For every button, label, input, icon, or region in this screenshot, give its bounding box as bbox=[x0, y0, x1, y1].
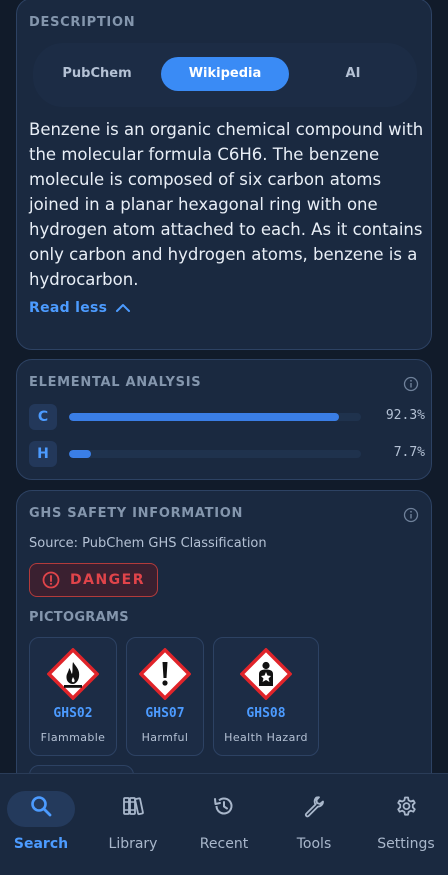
read-less-button[interactable]: Read less bbox=[29, 297, 131, 319]
tab-ai[interactable]: AI bbox=[289, 57, 417, 91]
nav-settings[interactable]: Settings bbox=[361, 774, 448, 875]
nav-search[interactable]: Search bbox=[0, 774, 86, 875]
nav-label: Settings bbox=[377, 836, 435, 852]
element-symbol: C bbox=[29, 404, 57, 430]
nav-tools[interactable]: Tools bbox=[269, 774, 359, 875]
signal-word: DANGER bbox=[69, 572, 145, 588]
elemental-analysis-title: ELEMENTAL ANALYSIS bbox=[29, 375, 202, 390]
pictogram-name: Health Hazard bbox=[224, 731, 308, 744]
element-symbol: H bbox=[29, 441, 57, 467]
bottom-navigation: Search Library Recent Tools Settings bbox=[0, 773, 448, 875]
gear-icon bbox=[397, 796, 416, 816]
search-icon bbox=[31, 796, 52, 817]
element-row-carbon: C 92.3% bbox=[29, 404, 425, 430]
info-icon[interactable] bbox=[403, 507, 419, 523]
pictograms-label: PICTOGRAMS bbox=[29, 610, 129, 625]
nav-recent[interactable]: Recent bbox=[179, 774, 269, 875]
elemental-analysis-card: ELEMENTAL ANALYSIS C 92.3% H 7.7% bbox=[16, 359, 432, 480]
history-icon bbox=[214, 797, 233, 815]
source-segmented-control: PubChem Wikipedia AI bbox=[33, 43, 417, 107]
library-icon bbox=[123, 797, 144, 816]
nav-label: Library bbox=[108, 836, 158, 852]
wrench-icon bbox=[304, 796, 324, 818]
pictogram-code: GHS02 bbox=[53, 706, 93, 721]
description-title: DESCRIPTION bbox=[29, 15, 136, 30]
ghs-title: GHS SAFETY INFORMATION bbox=[29, 506, 244, 521]
ghs-source: Source: PubChem GHS Classification bbox=[29, 536, 267, 551]
description-card: DESCRIPTION PubChem Wikipedia AI Benzene… bbox=[16, 0, 432, 350]
pictogram-name: Harmful bbox=[141, 731, 189, 744]
tab-pubchem[interactable]: PubChem bbox=[33, 57, 161, 91]
info-icon[interactable] bbox=[403, 376, 419, 392]
nav-label: Tools bbox=[296, 836, 332, 852]
pictogram-name: Flammable bbox=[40, 731, 106, 744]
chevron-up-icon bbox=[116, 304, 131, 312]
alert-circle-icon bbox=[42, 571, 60, 589]
percent-bar-fill bbox=[69, 413, 339, 421]
tab-wikipedia[interactable]: Wikipedia bbox=[161, 57, 289, 91]
percent-bar-fill bbox=[69, 450, 92, 458]
health-hazard-icon bbox=[240, 648, 292, 700]
element-row-hydrogen: H 7.7% bbox=[29, 441, 425, 467]
description-text: Benzene is an organic chemical compound … bbox=[29, 120, 424, 289]
pictogram-code: GHS08 bbox=[246, 706, 286, 721]
exclamation-icon bbox=[139, 648, 191, 700]
flame-icon bbox=[47, 648, 99, 700]
danger-signal-badge: DANGER bbox=[29, 563, 158, 597]
nav-label: Recent bbox=[199, 836, 249, 852]
percent-bar-track bbox=[69, 413, 361, 421]
pictogram-card-ghs08[interactable]: GHS08 Health Hazard bbox=[213, 637, 319, 756]
main-scroll-area[interactable]: DESCRIPTION PubChem Wikipedia AI Benzene… bbox=[0, 0, 448, 875]
percent-bar-track bbox=[69, 450, 361, 458]
read-less-label: Read less bbox=[29, 300, 108, 316]
pictogram-card-ghs07[interactable]: GHS07 Harmful bbox=[126, 637, 204, 756]
nav-label: Search bbox=[13, 836, 69, 852]
nav-library[interactable]: Library bbox=[88, 774, 178, 875]
pictogram-code: GHS07 bbox=[145, 706, 185, 721]
pictogram-card-ghs02[interactable]: GHS02 Flammable bbox=[29, 637, 117, 756]
element-percent: 7.7% bbox=[393, 445, 425, 460]
element-percent: 92.3% bbox=[385, 408, 425, 423]
